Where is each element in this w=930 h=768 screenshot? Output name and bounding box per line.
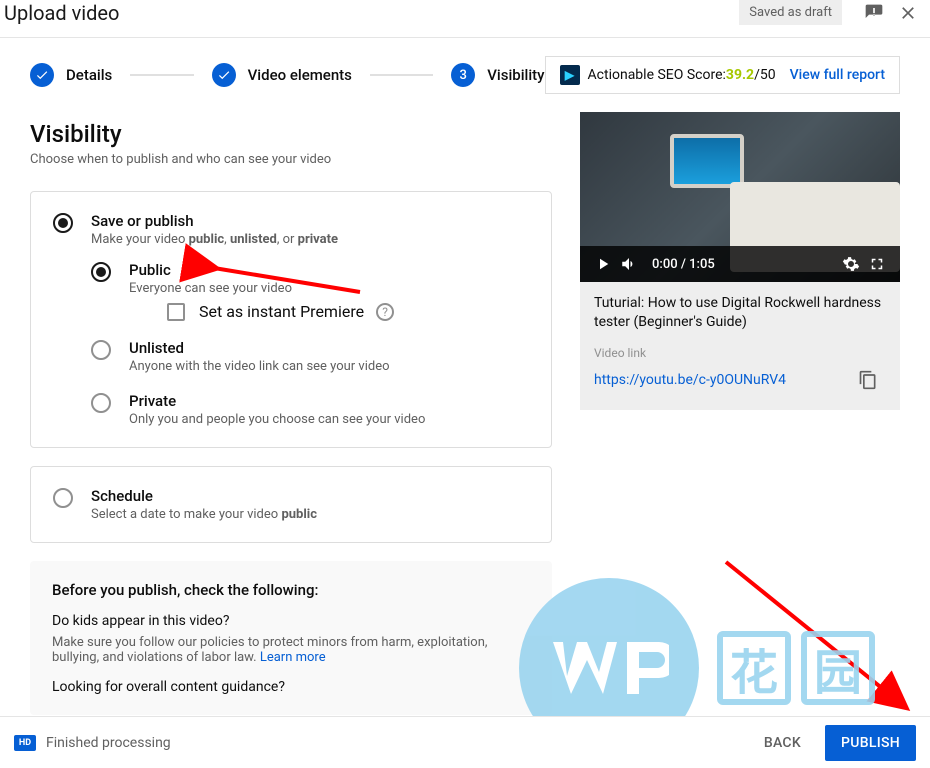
option-title: Schedule [91, 487, 317, 505]
kids-question: Do kids appear in this video? [52, 613, 530, 629]
page-heading: Visibility [30, 120, 552, 148]
step-divider [130, 74, 193, 76]
video-link[interactable]: https://youtu.be/c-y0OUNuRV4 [594, 372, 850, 388]
seo-score-value: 39.2 [726, 67, 754, 83]
seo-full-report-link[interactable]: View full report [790, 67, 885, 83]
radio-save-publish[interactable] [53, 213, 73, 233]
preview-meta: Tuturial: How to use Digital Rockwell ha… [580, 282, 900, 410]
option-title: Private [129, 392, 425, 410]
stepper: Details Video elements 3 Visibility ▶ Ac… [0, 38, 930, 112]
before-publish-box: Before you publish, check the following:… [30, 561, 552, 715]
seo-score-max: /50 [754, 67, 776, 83]
video-title: Tuturial: How to use Digital Rockwell ha… [594, 294, 886, 332]
option-title: Unlisted [129, 339, 390, 357]
publish-button[interactable]: PUBLISH [825, 725, 916, 761]
option-save-or-publish[interactable]: Save or publish Make your video public, … [53, 212, 529, 247]
visibility-sub-options: Public Everyone can see your video Set a… [91, 261, 529, 427]
player-controls: 0:00 / 1:05 [580, 246, 900, 282]
guidance-question: Looking for overall content guidance? [52, 679, 530, 695]
option-schedule[interactable]: Schedule Select a date to make your vide… [53, 487, 529, 522]
radio-private[interactable] [91, 393, 111, 413]
premiere-label: Set as instant Premiere [199, 302, 364, 321]
copy-icon[interactable] [850, 362, 886, 398]
page-subtitle: Choose when to publish and who can see y… [30, 152, 552, 167]
step-details[interactable]: Details [30, 63, 112, 87]
draft-status-badge: Saved as draft [739, 0, 842, 25]
schedule-card: Schedule Select a date to make your vide… [30, 466, 552, 543]
option-desc: Anyone with the video link can see your … [129, 359, 390, 374]
option-title: Public [129, 261, 394, 279]
play-icon[interactable] [590, 255, 616, 273]
help-icon[interactable]: ? [376, 303, 394, 321]
player-time: 0:00 / 1:05 [652, 257, 715, 272]
radio-unlisted[interactable] [91, 340, 111, 360]
option-private[interactable]: Private Only you and people you choose c… [91, 392, 529, 427]
option-desc: Make your video public, unlisted, or pri… [91, 232, 338, 247]
video-link-label: Video link [594, 346, 886, 360]
check-icon [30, 63, 54, 87]
premiere-row[interactable]: Set as instant Premiere ? [167, 302, 394, 321]
option-title: Save or publish [91, 212, 338, 230]
settings-icon[interactable] [838, 255, 864, 273]
radio-schedule[interactable] [53, 488, 73, 508]
option-unlisted[interactable]: Unlisted Anyone with the video link can … [91, 339, 529, 374]
option-desc: Everyone can see your video [129, 281, 394, 296]
volume-icon[interactable] [616, 255, 642, 273]
video-player[interactable]: 0:00 / 1:05 [580, 112, 900, 282]
processing-status: Finished processing [46, 735, 748, 751]
step-label: Video elements [248, 66, 352, 84]
step-video-elements[interactable]: Video elements [212, 63, 352, 87]
step-visibility[interactable]: 3 Visibility [451, 63, 544, 87]
step-label: Details [66, 66, 112, 84]
before-heading: Before you publish, check the following: [52, 581, 530, 599]
option-desc: Only you and people you choose can see y… [129, 412, 425, 427]
back-button[interactable]: BACK [748, 725, 817, 761]
checkbox-instant-premiere[interactable] [167, 303, 185, 321]
hd-badge: HD [14, 735, 36, 751]
dialog-header: Upload video Saved as draft [0, 0, 930, 38]
step-label: Visibility [487, 66, 544, 84]
option-public[interactable]: Public Everyone can see your video Set a… [91, 261, 529, 321]
watermark-char-1: 花 [717, 631, 791, 705]
watermark-char-2: 园 [801, 631, 875, 705]
learn-more-link[interactable]: Learn more [260, 650, 326, 665]
option-desc: Select a date to make your video public [91, 507, 317, 522]
feedback-icon[interactable] [862, 1, 886, 25]
save-publish-card: Save or publish Make your video public, … [30, 191, 552, 448]
seo-text: Actionable SEO Score: [588, 67, 726, 83]
radio-public[interactable] [91, 262, 111, 282]
left-column: Visibility Choose when to publish and wh… [30, 112, 580, 715]
fullscreen-icon[interactable] [864, 255, 890, 273]
close-icon[interactable] [896, 1, 920, 25]
step-number: 3 [451, 63, 475, 87]
check-icon [212, 63, 236, 87]
dialog-title: Upload video [4, 1, 739, 25]
seo-score-box: ▶ Actionable SEO Score: 39.2 /50 View fu… [545, 56, 900, 94]
kids-desc: Make sure you follow our policies to pro… [52, 635, 530, 665]
seo-plugin-icon: ▶ [560, 65, 580, 85]
step-divider [370, 74, 433, 76]
dialog-footer: HD Finished processing BACK PUBLISH [0, 716, 930, 768]
video-preview-card: 0:00 / 1:05 Tuturial: How to use Digital… [580, 112, 900, 410]
